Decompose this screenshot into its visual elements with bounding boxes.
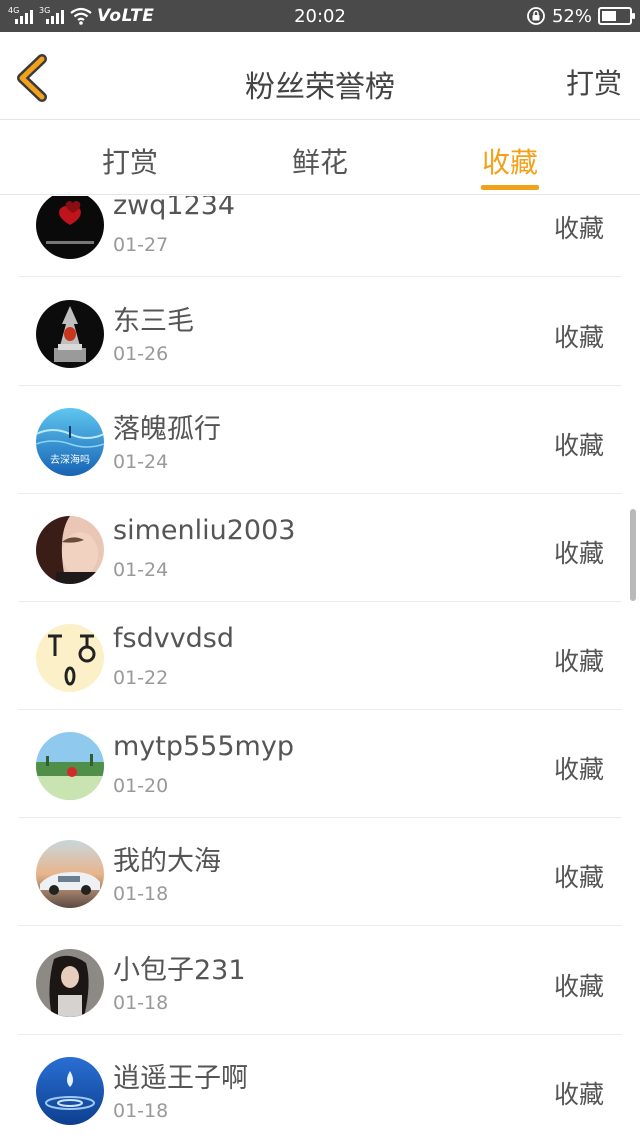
- rotation-lock-icon: [527, 7, 545, 25]
- avatar: [36, 732, 104, 800]
- list-item[interactable]: 我的大海 01-18 收藏: [0, 818, 640, 926]
- item-action: 收藏: [553, 323, 604, 352]
- user-name: simenliu2003: [113, 515, 296, 546]
- tab-bar: 打赏 鲜花 收藏: [0, 121, 640, 195]
- user-name: 逍遥王子啊: [113, 1063, 248, 1094]
- divider: [18, 925, 622, 926]
- user-name: mytp555myp: [113, 731, 294, 762]
- battery-fill: [602, 11, 616, 21]
- item-action: 收藏: [553, 647, 604, 676]
- avatar: [36, 300, 104, 368]
- divider: [18, 276, 622, 277]
- avatar: [36, 840, 104, 908]
- item-action: 收藏: [553, 863, 604, 892]
- avatar: 去深海吗: [36, 408, 104, 476]
- reward-button[interactable]: 打赏: [566, 62, 622, 102]
- item-action: 收藏: [553, 1080, 604, 1109]
- avatar: [36, 949, 104, 1017]
- item-date: 01-18: [113, 883, 169, 905]
- list-item[interactable]: fsdvvdsd 01-22 收藏: [0, 602, 640, 710]
- tab-favorites[interactable]: 收藏: [450, 141, 570, 181]
- scrollbar[interactable]: [630, 509, 636, 601]
- item-date: 01-26: [113, 343, 169, 365]
- item-date: 01-24: [113, 451, 169, 473]
- user-name: 东三毛: [113, 306, 194, 337]
- item-date: 01-20: [113, 775, 169, 797]
- item-date: 01-22: [113, 667, 169, 689]
- user-name: 落魄孤行: [113, 414, 221, 445]
- list-item[interactable]: simenliu2003 01-24 收藏: [0, 494, 640, 602]
- user-name: 小包子231: [113, 955, 246, 986]
- user-name: fsdvvdsd: [113, 623, 235, 654]
- item-action: 收藏: [553, 214, 604, 243]
- user-name: 我的大海: [113, 846, 221, 877]
- battery-icon: [598, 7, 635, 25]
- fan-list[interactable]: zwq1234 01-27 收藏 东三毛 01-26 收藏 去深海吗 落魄孤行 …: [0, 196, 640, 1138]
- list-item[interactable]: mytp555myp 01-20 收藏: [0, 710, 640, 818]
- avatar: [36, 624, 104, 692]
- tab-flowers[interactable]: 鲜花: [260, 141, 380, 181]
- item-action: 收藏: [553, 539, 604, 568]
- status-bar: 4G 3G VoLTE 20:02 52%: [0, 0, 640, 32]
- item-date: 01-24: [113, 559, 169, 581]
- item-date: 01-27: [113, 234, 169, 256]
- status-right: 52%: [526, 5, 635, 27]
- list-item[interactable]: 去深海吗 落魄孤行 01-24 收藏: [0, 386, 640, 494]
- item-date: 01-18: [113, 992, 169, 1014]
- item-action: 收藏: [553, 755, 604, 784]
- avatar-caption: 去深海吗: [50, 453, 90, 466]
- item-action: 收藏: [553, 431, 604, 460]
- active-tab-indicator: [481, 185, 539, 190]
- avatar: [36, 1057, 104, 1125]
- battery-percent: 52%: [551, 5, 592, 27]
- list-item[interactable]: 东三毛 01-26 收藏: [0, 278, 640, 386]
- header: 粉丝荣誉榜 打赏: [0, 32, 640, 120]
- item-action: 收藏: [553, 972, 604, 1001]
- list-item[interactable]: 逍遥王子啊 01-18 收藏: [0, 1035, 640, 1138]
- item-date: 01-18: [113, 1100, 169, 1122]
- list-item[interactable]: zwq1234 01-27 收藏: [0, 196, 640, 277]
- tab-reward[interactable]: 打赏: [70, 141, 190, 181]
- list-item[interactable]: 小包子231 01-18 收藏: [0, 927, 640, 1035]
- avatar: [36, 196, 104, 259]
- avatar: [36, 516, 104, 584]
- user-name: zwq1234: [113, 196, 236, 221]
- page-title: 粉丝荣誉榜: [245, 70, 395, 105]
